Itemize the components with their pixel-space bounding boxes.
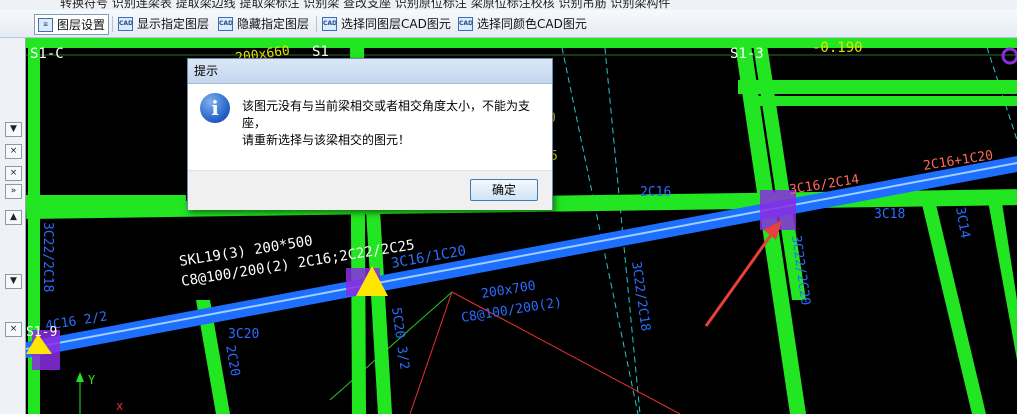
select-same-color-button[interactable]: CAD 选择同颜色CAD图元 [458,14,587,33]
dialog-message: 该图元没有与当前梁相交或者相交角度太小，不能为支 座， 请重新选择与该梁相交的图… [242,98,542,149]
close-icon[interactable]: × [5,166,22,181]
layer-settings-label: 图层设置 [57,18,106,32]
toolbar-separator [316,16,317,32]
scroll-down-arrow[interactable]: ▼ [5,274,22,289]
cad-icon: CAD [218,16,233,31]
hide-layer-label: 隐藏指定图层 [237,17,310,31]
dialog-message-line: 该图元没有与当前梁相交或者相交角度太小，不能为支 [242,99,531,113]
scroll-down-arrow[interactable]: ▼ [5,122,22,137]
rebar-label: 3C20 [228,327,259,342]
dialog-title[interactable]: 提示 [188,59,552,84]
prompt-dialog: 提示 i 该图元没有与当前梁相交或者相交角度太小，不能为支 座， 请重新选择与该… [187,58,553,210]
layer-settings-icon: ≡ [38,17,53,32]
left-side-panel: ▼ × × » ▲ ▼ × [0,38,26,414]
cad-icon: CAD [118,16,133,31]
select-same-layer-button[interactable]: CAD 选择同图层CAD图元 [322,14,451,33]
info-icon: i [200,93,230,123]
dialog-message-line: 座， [242,116,267,130]
elevation-label: -0.190 [812,40,863,56]
select-same-layer-label: 选择同图层CAD图元 [341,17,451,31]
dialog-body: i 该图元没有与当前梁相交或者相交角度太小，不能为支 座， 请重新选择与该梁相交… [188,84,552,170]
toolbar-separator [112,16,113,32]
y-axis-label: Y [88,373,96,387]
rebar-label: 2C16 [640,185,671,200]
close-icon[interactable]: × [5,144,22,159]
close-icon[interactable]: × [5,322,22,337]
x-axis-mark: x [116,399,123,413]
ok-button[interactable]: 确定 [470,179,538,201]
layer-settings-button[interactable]: ≡ 图层设置 [34,14,110,35]
select-same-color-label: 选择同颜色CAD图元 [477,17,587,31]
cad-icon: CAD [458,16,473,31]
axis-label: S1-C [30,46,64,62]
dialog-message-line: 请重新选择与该梁相交的图元！ [242,133,411,147]
cad-icon: CAD [322,16,337,31]
show-layer-label: 显示指定图层 [137,17,210,31]
axis-label: S1-9 [26,325,57,340]
axis-label: S1-3 [730,46,764,62]
rebar-label: 3C22/2C18 [40,222,55,292]
hide-layer-button[interactable]: CAD 隐藏指定图层 [218,14,309,33]
expand-icon[interactable]: » [5,184,22,199]
rebar-label: 3C18 [874,207,905,222]
layer-toolbar: ≡ 图层设置 CAD 显示指定图层 CAD 隐藏指定图层 CAD 选择同图层CA… [0,10,1017,38]
show-layer-button[interactable]: CAD 显示指定图层 [118,14,209,33]
scroll-up-arrow[interactable]: ▲ [5,210,22,225]
dialog-footer: 确定 [188,170,552,210]
